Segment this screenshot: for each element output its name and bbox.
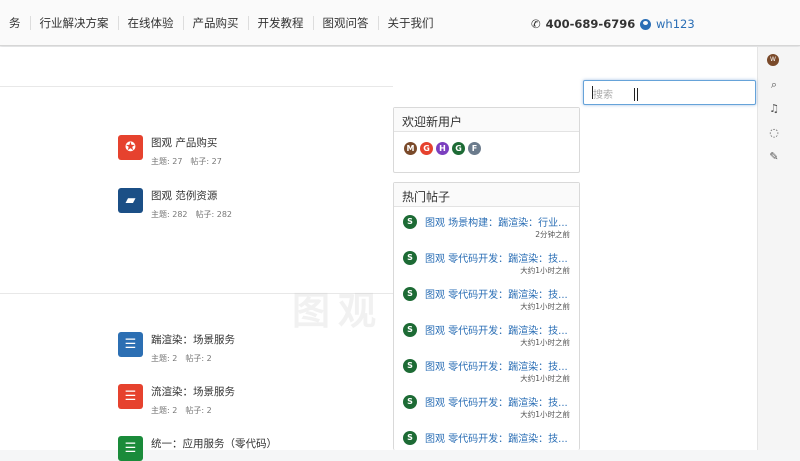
nav-item-qa[interactable]: 图观问答 — [314, 16, 379, 30]
list-item[interactable]: S 图观 零代码开发：踹渲染：技... 大约1小时之前 — [394, 351, 579, 387]
topic-count: 主题: 2 — [151, 354, 178, 363]
post-title-link[interactable]: 图观 场景构建：踹渲染：行业... — [425, 214, 573, 229]
category-item[interactable]: ✪ 图观 产品购买 主题: 27 帖子: 27 — [118, 135, 230, 167]
post-time: 大约1小时之前 — [520, 302, 570, 311]
new-user-avatars: M G H G F — [394, 132, 579, 165]
list-icon: ☰ — [118, 384, 143, 409]
top-navbar: 务 行业解决方案 在线体验 产品购买 开发教程 图观问答 关于我们 ✆ 400-… — [0, 0, 800, 46]
avatar: S — [403, 431, 417, 445]
avatar[interactable]: G — [420, 142, 433, 155]
post-time: 大约1小时之前 — [520, 338, 570, 347]
avatar[interactable]: H — [436, 142, 449, 155]
phone-contact: ✆ 400-689-6796 — [531, 17, 635, 31]
post-count: 帖子: 27 — [190, 157, 222, 166]
post-title-link[interactable]: 图观 零代码开发：踹渲染：技... — [425, 358, 573, 373]
text-caret — [592, 86, 593, 99]
bell-icon[interactable]: ♫ — [767, 102, 781, 116]
compose-icon[interactable]: ✎ — [767, 150, 781, 164]
post-time: 大约1小时之前 — [520, 374, 570, 383]
avatar[interactable]: M — [404, 142, 417, 155]
list-item[interactable]: S 图观 零代码开发：踹渲染：技... 大约1小时之前 — [394, 315, 579, 351]
search-placeholder: 搜索 — [593, 90, 613, 101]
nav-item-tutorials[interactable]: 开发教程 — [249, 16, 314, 30]
topic-count: 主题: 2 — [151, 406, 178, 415]
avatar: S — [403, 215, 417, 229]
category-title[interactable]: 踹渲染：场景服务 — [151, 333, 235, 347]
list-item[interactable]: S 图观 场景构建：踹渲染：行业... 2分钟之前 — [394, 207, 579, 243]
search-input[interactable]: 搜索 — [583, 80, 756, 105]
welcome-panel: 欢迎新用户 M G H G F — [393, 107, 580, 173]
avatar[interactable]: W — [767, 54, 779, 66]
search-icon[interactable]: ⌕ — [767, 78, 781, 92]
post-time: 2分钟之前 — [535, 230, 570, 239]
nav-item-services[interactable]: 务 — [0, 16, 31, 30]
post-title-link[interactable]: 图观 零代码开发：踹渲染：技... — [425, 322, 573, 337]
list-icon: ☰ — [118, 332, 143, 357]
category-title[interactable]: 流渲染：场景服务 — [151, 385, 235, 399]
nav-item-online-demo[interactable]: 在线体验 — [119, 16, 184, 30]
user-menu[interactable]: wh123 — [640, 17, 695, 31]
category-item[interactable]: ☰ 统一：应用服务（零代码） — [118, 436, 277, 461]
list-item[interactable]: S 图观 零代码开发：踹渲染：技... 大约1小时之前 — [394, 243, 579, 279]
category-title[interactable]: 图观 范例资源 — [151, 189, 240, 203]
category-title[interactable]: 统一：应用服务（零代码） — [151, 437, 277, 451]
list-item[interactable]: S 图观 零代码开发：踹渲染：技... — [394, 423, 579, 459]
phone-number: 400-689-6796 — [545, 17, 636, 31]
nav-item-purchase[interactable]: 产品购买 — [184, 16, 249, 30]
avatar: S — [403, 359, 417, 373]
nav-item-about[interactable]: 关于我们 — [379, 16, 443, 30]
main-nav: 务 行业解决方案 在线体验 产品购买 开发教程 图观问答 关于我们 — [0, 0, 443, 46]
category-title[interactable]: 图观 产品购买 — [151, 136, 230, 150]
phone-icon: ✆ — [531, 17, 541, 31]
post-title-link[interactable]: 图观 零代码开发：踹渲染：技... — [425, 286, 573, 301]
post-time: 大约1小时之前 — [520, 410, 570, 419]
category-item[interactable]: ☰ 流渲染：场景服务 主题: 2 帖子: 2 — [118, 384, 235, 416]
avatar: S — [403, 251, 417, 265]
category-item[interactable]: ▰ 图观 范例资源 主题: 282 帖子: 282 — [118, 188, 240, 220]
nav-item-solutions[interactable]: 行业解决方案 — [31, 16, 119, 30]
main-content — [0, 47, 757, 450]
section-divider — [0, 86, 393, 87]
topic-count: 主题: 282 — [151, 210, 188, 219]
user-icon — [640, 18, 651, 30]
post-count: 帖子: 2 — [185, 354, 212, 363]
post-title-link[interactable]: 图观 零代码开发：踹渲染：技... — [425, 394, 573, 409]
hot-posts-title: 热门帖子 — [394, 183, 579, 207]
compass-icon: ✪ — [118, 135, 143, 160]
username[interactable]: wh123 — [656, 17, 695, 31]
post-title-link[interactable]: 图观 零代码开发：踹渲染：技... — [425, 430, 573, 445]
list-item[interactable]: S 图观 零代码开发：踹渲染：技... 大约1小时之前 — [394, 387, 579, 423]
welcome-title: 欢迎新用户 — [394, 108, 579, 132]
hot-posts-panel: 热门帖子 S 图观 场景构建：踹渲染：行业... 2分钟之前 S 图观 零代码开… — [393, 182, 580, 450]
list-icon: ☰ — [118, 436, 143, 461]
avatar: S — [403, 323, 417, 337]
avatar[interactable]: F — [468, 142, 481, 155]
topic-count: 主题: 27 — [151, 157, 183, 166]
list-item[interactable]: S 图观 零代码开发：踹渲染：技... 大约1小时之前 — [394, 279, 579, 315]
category-item[interactable]: ☰ 踹渲染：场景服务 主题: 2 帖子: 2 — [118, 332, 235, 364]
text-cursor-icon — [634, 88, 638, 101]
avatar[interactable]: G — [452, 142, 465, 155]
avatar: S — [403, 287, 417, 301]
post-time: 大约1小时之前 — [520, 266, 570, 275]
chat-icon[interactable]: ◌ — [767, 126, 781, 140]
avatar: S — [403, 395, 417, 409]
post-count: 帖子: 282 — [195, 210, 233, 219]
folder-icon: ▰ — [118, 188, 143, 213]
post-count: 帖子: 2 — [185, 406, 212, 415]
post-title-link[interactable]: 图观 零代码开发：踹渲染：技... — [425, 250, 573, 265]
